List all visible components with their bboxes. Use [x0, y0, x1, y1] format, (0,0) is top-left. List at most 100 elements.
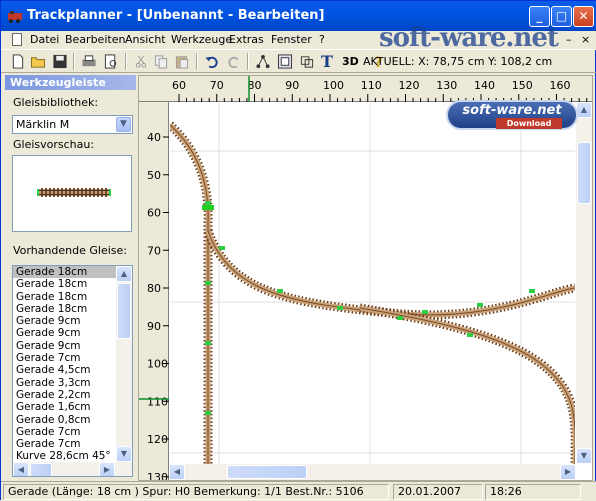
menu-fenster[interactable]: Fenster [271, 33, 312, 46]
ruler-x-label: 110 [361, 79, 382, 92]
menu-werkzeuge[interactable]: Werkzeuge [171, 33, 232, 46]
track-list-item[interactable]: Gerade 7cm [13, 438, 117, 450]
status-bar: Gerade (Länge: 18 cm ) Spur: H0 Bemerkun… [1, 481, 596, 501]
scroll-up-icon[interactable]: ▲ [116, 266, 132, 282]
scroll-thumb[interactable] [227, 465, 307, 479]
track-list-item[interactable]: Gerade 0,8cm [13, 414, 117, 426]
scroll-right-icon[interactable]: ▶ [560, 464, 576, 480]
text-icon[interactable]: T [321, 52, 337, 71]
ruler-x-label: 120 [399, 79, 420, 92]
track-list-item[interactable]: Gerade 9cm [13, 327, 117, 339]
ruler-y-label: 40 [147, 131, 161, 144]
new-icon[interactable] [10, 54, 26, 69]
library-value: Märklin M [16, 118, 70, 131]
scroll-thumb[interactable] [577, 142, 591, 204]
track-list-item[interactable]: Gerade 9cm [13, 315, 117, 327]
scroll-left-icon[interactable]: ◀ [13, 462, 29, 476]
ruler-x-label: 140 [474, 79, 495, 92]
print-icon[interactable] [81, 54, 97, 69]
scroll-up-icon[interactable]: ▲ [576, 102, 592, 118]
track-list-item[interactable]: Gerade 18cm [13, 303, 117, 315]
redo-icon[interactable] [226, 54, 242, 69]
scroll-left-icon[interactable]: ◀ [169, 464, 185, 480]
print-preview-icon[interactable] [103, 54, 119, 69]
library-label: Gleisbibliothek: [13, 96, 99, 109]
track-list[interactable]: Gerade 18cm Gerade 18cm Gerade 18cm Gerade … [12, 265, 133, 477]
track-bed [359, 305, 575, 465]
track-joint[interactable] [205, 411, 211, 415]
document-icon[interactable] [12, 33, 22, 46]
track-joint[interactable] [529, 289, 535, 293]
track-list-item[interactable]: Gerade 3,3cm [13, 377, 117, 389]
tool-panel: Werkzeugleiste Gleisbibliothek: Märklin … [5, 75, 136, 479]
library-select[interactable]: Märklin M ▼ [12, 115, 133, 134]
track-joint[interactable] [397, 316, 403, 320]
track-joint[interactable] [205, 201, 211, 205]
paste-icon[interactable] [174, 54, 190, 69]
menu-ansicht[interactable]: Ansicht [125, 33, 166, 46]
track-list-item[interactable]: Kurve 28,6cm 45° [13, 450, 117, 462]
ruler-x-label: 70 [210, 79, 224, 92]
track-list-item[interactable]: Gerade 1,6cm [13, 401, 117, 413]
open-icon[interactable] [30, 54, 46, 69]
track-joint[interactable] [467, 333, 473, 337]
copy-icon[interactable] [153, 54, 169, 69]
track-joint[interactable] [205, 281, 211, 285]
scroll-down-icon[interactable]: ▼ [576, 448, 592, 464]
track-joint[interactable] [205, 341, 211, 345]
toolbar: T 3D ? AKTUELL: X: 78,75 cm Y: 108,2 cm [1, 49, 596, 73]
ruler-x-label: 90 [285, 79, 299, 92]
track-list-vscrollbar[interactable]: ▲ ▼ [116, 266, 132, 462]
menu-bearbeiten[interactable]: Bearbeiten [65, 33, 125, 46]
track-list-item[interactable]: Gerade 7cm [13, 352, 117, 364]
track-list-item[interactable]: Gerade 4,5cm [13, 364, 117, 376]
toolbar-separator [196, 53, 198, 70]
chevron-down-icon[interactable]: ▼ [116, 117, 131, 132]
status-date: 20.01.2007 [393, 484, 483, 500]
status-time: 18:26 [485, 484, 581, 500]
track-list-item[interactable]: Gerade 9cm [13, 340, 117, 352]
track-joint[interactable] [277, 289, 283, 293]
track-canvas[interactable]: 60 70 80 90 100 110 120 130 140 150 160 40 50 60 70 80… [138, 75, 593, 484]
track-joint[interactable] [219, 246, 225, 250]
scroll-right-icon[interactable]: ▶ [99, 462, 115, 476]
track-joint[interactable] [337, 306, 343, 310]
scroll-down-icon[interactable]: ▼ [116, 446, 132, 462]
track-list-hscrollbar[interactable]: ◀ ▶ [13, 462, 132, 476]
track-tree-icon[interactable] [255, 54, 271, 69]
mdi-close-button[interactable]: × [581, 33, 590, 46]
track-joint[interactable] [477, 303, 483, 307]
scroll-thumb[interactable] [30, 463, 52, 476]
ruler-x-label: 130 [436, 79, 457, 92]
select-icon[interactable] [277, 54, 293, 69]
ruler-y-label: 70 [147, 244, 161, 257]
track-list-item[interactable]: Gerade 2,2cm [13, 389, 117, 401]
cut-icon[interactable] [133, 54, 149, 69]
track-list-item[interactable]: Gerade 7cm [13, 426, 117, 438]
app-window: Trackplanner - [Unbenannt - Bearbeiten] … [0, 0, 596, 501]
menu-extras[interactable]: Extras [229, 33, 264, 46]
toolbar-separator [247, 53, 249, 70]
close-button[interactable]: ✕ [573, 6, 594, 27]
mdi-minimize-button[interactable]: – [566, 33, 572, 46]
layout-drawing[interactable] [170, 103, 575, 465]
layer-icon[interactable] [299, 54, 315, 69]
3d-icon[interactable]: 3D [342, 55, 362, 70]
undo-icon[interactable] [204, 54, 220, 69]
track-list-item[interactable]: Gerade 18cm [13, 278, 117, 290]
save-icon[interactable] [52, 54, 68, 69]
menu-help[interactable]: ? [319, 33, 325, 46]
scroll-thumb[interactable] [117, 283, 131, 339]
selected-joint[interactable] [202, 205, 214, 210]
vertical-ruler: 40 50 60 70 80 90 100 110 120 130 [139, 102, 169, 484]
track-joint[interactable] [422, 310, 428, 314]
panel-header: Werkzeugleiste [5, 75, 136, 90]
track-list-item[interactable]: Gerade 18cm [13, 266, 117, 279]
menu-datei[interactable]: Datei [30, 33, 59, 46]
preview-label: Gleisvorschau: [13, 138, 95, 151]
canvas-vscrollbar[interactable]: ▲ ▼ [576, 102, 592, 464]
ruler-y-label: 90 [147, 320, 161, 333]
track-list-item[interactable]: Gerade 18cm [13, 291, 117, 303]
canvas-hscrollbar[interactable]: ◀ ▶ [169, 464, 576, 480]
train-app-icon [8, 11, 22, 23]
